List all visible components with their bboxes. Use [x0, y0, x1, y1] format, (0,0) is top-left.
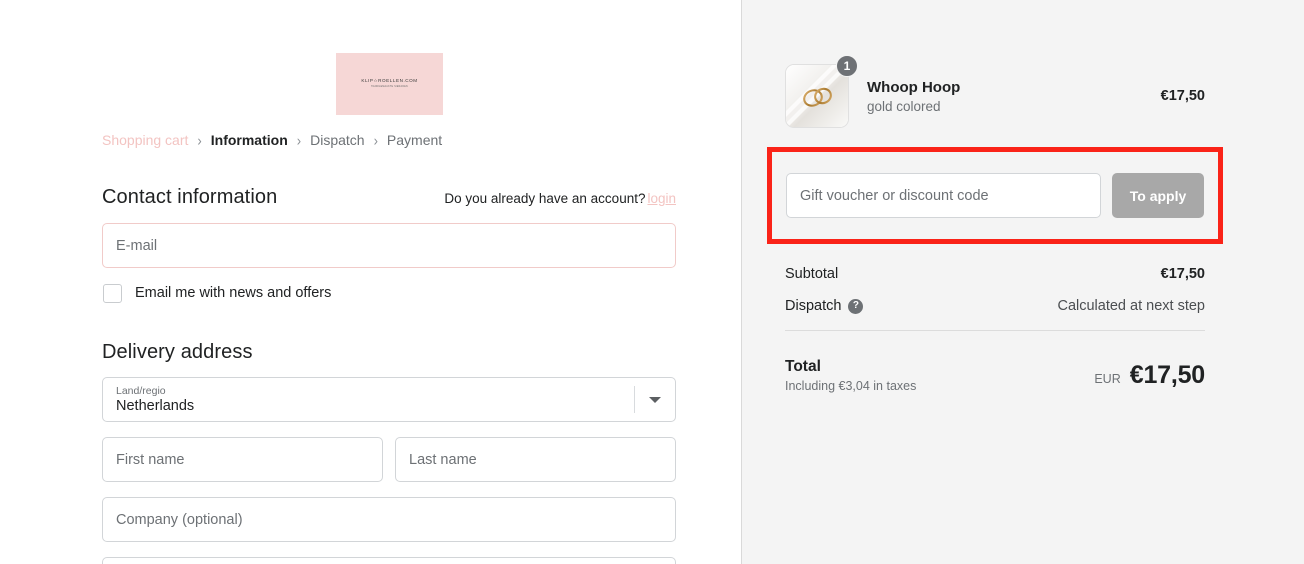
help-icon[interactable]: ?	[848, 298, 864, 314]
first-name-field[interactable]: First name	[102, 437, 383, 482]
account-prompt-text: Do you already have an account?	[444, 191, 646, 206]
company-placeholder: Company (optional)	[116, 511, 243, 528]
breadcrumb: Shopping cart › Information › Dispatch ›…	[102, 131, 442, 149]
first-name-placeholder: First name	[116, 451, 185, 468]
dispatch-label-group: Dispatch ?	[785, 298, 864, 314]
subtotal-value: €17,50	[1160, 266, 1205, 282]
line-item-title: Whoop Hoop	[867, 78, 961, 96]
email-field[interactable]: E-mail	[102, 223, 676, 268]
total-amount: €17,50	[1129, 361, 1205, 389]
line-item-variant: gold colored	[867, 98, 941, 114]
summary-totals: Subtotal €17,50 Dispatch ? Calculated at…	[785, 263, 1205, 327]
logo-mark: KLIP☆ROELLEN.COM HANDGEMAAKTE SIERADEN	[361, 78, 418, 89]
logo-wordmark: KLIP☆ROELLEN.COM	[361, 78, 418, 84]
line-item-text: Whoop Hoop gold colored	[867, 79, 1161, 114]
summary-divider-top	[785, 150, 1205, 151]
country-select-inner: Land/regio Netherlands	[103, 385, 634, 415]
store-logo[interactable]: KLIP☆ROELLEN.COM HANDGEMAAKTE SIERADEN	[336, 53, 443, 115]
account-prompt: Do you already have an account? login	[444, 191, 676, 206]
cart-line-item: 1 Whoop Hoop gold colored €17,50	[785, 55, 1205, 128]
breadcrumb-item-information[interactable]: Information	[211, 132, 288, 148]
voucher-input[interactable]: Gift voucher or discount code	[786, 173, 1101, 218]
login-link[interactable]: login	[647, 191, 676, 206]
logo-tagline: HANDGEMAAKTE SIERADEN	[371, 86, 408, 89]
delivery-address-title: Delivery address	[102, 341, 253, 363]
breadcrumb-item-dispatch[interactable]: Dispatch	[310, 132, 364, 148]
newsletter-label: Email me with news and offers	[135, 285, 332, 301]
grand-total-right: EUR €17,50	[1094, 361, 1205, 390]
last-name-field[interactable]: Last name	[395, 437, 676, 482]
email-placeholder: E-mail	[116, 237, 158, 254]
apply-voucher-button[interactable]: To apply	[1112, 173, 1204, 218]
breadcrumb-item-shopping-cart[interactable]: Shopping cart	[102, 132, 188, 148]
chevron-down-icon[interactable]	[635, 396, 675, 403]
contact-information-title: Contact information	[102, 186, 278, 208]
country-select[interactable]: Land/regio Netherlands	[102, 377, 676, 422]
checkout-page: KLIP☆ROELLEN.COM HANDGEMAAKTE SIERADEN S…	[0, 0, 1304, 564]
summary-divider-bottom	[785, 330, 1205, 331]
company-field[interactable]: Company (optional)	[102, 497, 676, 542]
summary-row-subtotal: Subtotal €17,50	[785, 263, 1205, 285]
summary-row-dispatch: Dispatch ? Calculated at next step	[785, 295, 1205, 317]
contact-section-header: Contact information Do you already have …	[102, 186, 676, 209]
grand-total-row: Total Including €3,04 in taxes EUR €17,5…	[785, 358, 1205, 393]
chevron-right-icon: ›	[373, 131, 378, 149]
chevron-right-icon: ›	[197, 131, 202, 149]
voucher-row: Gift voucher or discount code To apply	[786, 173, 1204, 218]
voucher-placeholder: Gift voucher or discount code	[800, 187, 989, 204]
address-field[interactable]	[102, 557, 676, 564]
taxes-note: Including €3,04 in taxes	[785, 379, 917, 393]
newsletter-opt-in-row[interactable]: Email me with news and offers	[103, 283, 331, 303]
total-currency: EUR	[1094, 372, 1121, 386]
dispatch-label: Dispatch	[785, 298, 842, 314]
chevron-right-icon: ›	[296, 131, 302, 149]
newsletter-checkbox[interactable]	[103, 283, 122, 303]
country-select-label: Land/regio	[116, 384, 166, 397]
subtotal-label: Subtotal	[785, 266, 839, 282]
quantity-badge: 1	[836, 55, 858, 77]
line-item-price: €17,50	[1160, 88, 1205, 104]
delivery-section-header: Delivery address	[102, 341, 676, 364]
total-label: Total	[785, 358, 821, 375]
dispatch-value: Calculated at next step	[1057, 298, 1205, 314]
chevron-down-glyph	[649, 396, 661, 403]
grand-total-left: Total Including €3,04 in taxes	[785, 358, 916, 393]
country-select-value: Netherlands	[116, 397, 195, 414]
breadcrumb-item-payment[interactable]: Payment	[387, 132, 442, 148]
product-thumbnail-wrap: 1	[785, 55, 858, 128]
last-name-placeholder: Last name	[409, 451, 477, 468]
checkout-form-column: KLIP☆ROELLEN.COM HANDGEMAAKTE SIERADEN S…	[0, 0, 741, 564]
